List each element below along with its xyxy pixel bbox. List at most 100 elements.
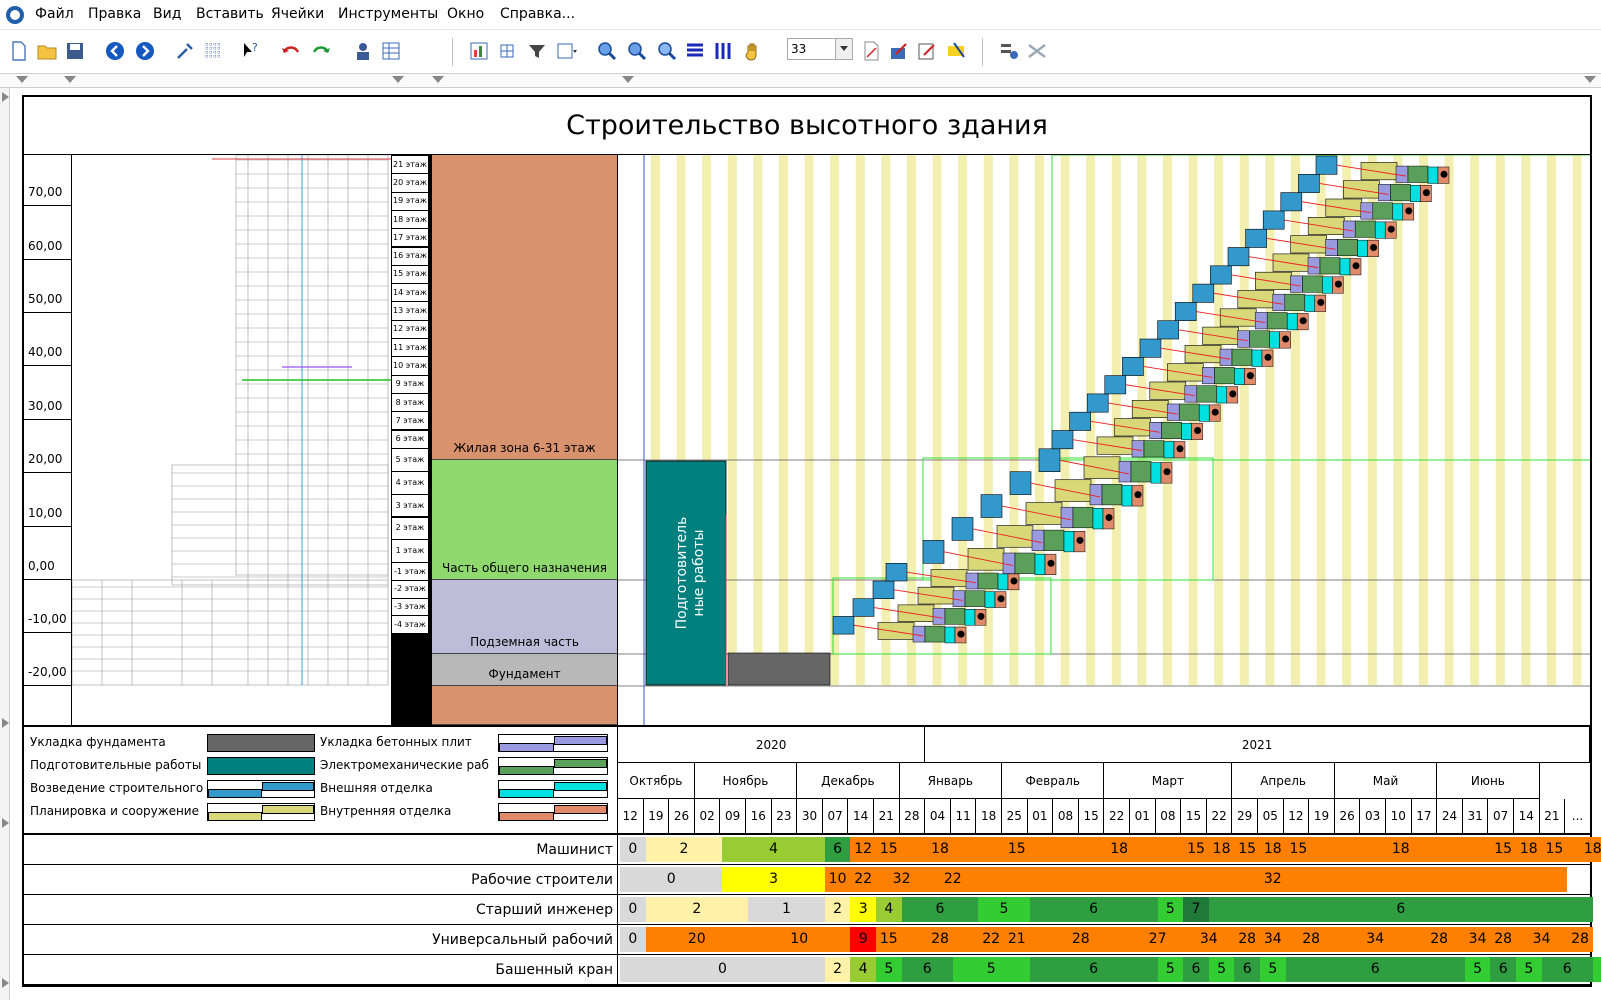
- gantt-sheet: Строительство высотного здания 70,00 60,0…: [22, 95, 1601, 987]
- resource-value: 2: [645, 837, 723, 862]
- zone-label: Подземная часть: [470, 635, 579, 649]
- week-header: 29: [1232, 799, 1258, 833]
- row-marker-icon[interactable]: [2, 92, 9, 102]
- ruler-marker-icon[interactable]: [64, 76, 76, 83]
- slab-block: [1089, 484, 1103, 506]
- resource-value: 15: [876, 927, 902, 952]
- user-icon[interactable]: [352, 40, 374, 62]
- help-cursor-icon[interactable]: ?: [240, 40, 262, 62]
- menu-file[interactable]: Файл: [35, 6, 74, 22]
- legend-label: Укладка бетонных плит: [320, 735, 472, 749]
- legend-swatch-step: [208, 789, 262, 797]
- week-stripe: [1419, 155, 1428, 685]
- menu-tools[interactable]: Инструменты: [338, 6, 438, 22]
- legend-swatch: [207, 734, 315, 752]
- ruler-marker-icon[interactable]: [432, 76, 444, 83]
- gantt-chart-area[interactable]: Подготовительные работы: [618, 155, 1590, 725]
- facade-block: [1251, 349, 1263, 367]
- electro-block: [944, 608, 966, 625]
- resource-value: 28: [1413, 927, 1465, 952]
- finish-dot: [1176, 445, 1184, 453]
- resource-value: 28: [1234, 927, 1260, 952]
- resource-value: 21: [1004, 927, 1030, 952]
- save-icon[interactable]: [64, 40, 86, 62]
- resource-value: 0: [620, 897, 646, 922]
- tools-icon[interactable]: [174, 40, 196, 62]
- elevation-label: 30,00: [28, 399, 63, 413]
- menu-window[interactable]: Окно: [447, 6, 484, 22]
- grid-icon[interactable]: [202, 40, 224, 62]
- grid-view-icon[interactable]: [496, 40, 518, 62]
- edit-form-icon[interactable]: [916, 40, 938, 62]
- week-header: 17: [1412, 799, 1438, 833]
- menu-insert[interactable]: Вставить: [196, 6, 264, 22]
- week-stripe: [1035, 155, 1044, 685]
- row-marker-icon[interactable]: [2, 978, 9, 988]
- zoom-in-icon[interactable]: [596, 40, 618, 62]
- resource-value: 0: [620, 957, 825, 982]
- menu-cells[interactable]: Ячейки: [271, 6, 324, 22]
- zoom-out-icon[interactable]: [626, 40, 648, 62]
- facade-block: [1322, 276, 1333, 294]
- week-stripe: [881, 155, 891, 685]
- ruler-marker-icon[interactable]: [16, 76, 28, 83]
- menu-help[interactable]: Справка...: [500, 6, 575, 22]
- rows-icon[interactable]: [684, 40, 706, 62]
- resource-name: Машинист: [24, 835, 618, 865]
- resource-value: 5: [952, 957, 1030, 982]
- zoom-fit-icon[interactable]: [656, 40, 678, 62]
- structure-block: [1069, 411, 1091, 431]
- resource-value: 6: [1541, 957, 1593, 982]
- finish-dot: [1010, 577, 1018, 585]
- concrete-block: [1272, 253, 1310, 272]
- slab-block: [1219, 348, 1233, 366]
- finish-dot: [1047, 559, 1055, 567]
- table-icon[interactable]: [380, 40, 402, 62]
- week-stripe: [779, 155, 788, 685]
- ruler-marker-icon[interactable]: [392, 76, 404, 83]
- new-file-icon[interactable]: [8, 40, 30, 62]
- week-header: 01: [1130, 799, 1156, 833]
- settings-icon[interactable]: [998, 40, 1020, 62]
- legend-swatch-step: [554, 759, 607, 768]
- week-header: 18: [976, 799, 1002, 833]
- floor-label: 17 этаж: [392, 229, 428, 247]
- chart-view-icon[interactable]: [468, 40, 490, 62]
- pan-hand-icon[interactable]: [742, 40, 764, 62]
- week-header: 26: [1335, 799, 1361, 833]
- zoom-dropdown-arrow-icon[interactable]: [835, 39, 852, 59]
- ruler: [0, 74, 1601, 88]
- layout-dropdown-icon[interactable]: [556, 40, 578, 62]
- columns-icon[interactable]: [712, 40, 734, 62]
- filter-icon[interactable]: [526, 40, 548, 62]
- open-folder-icon[interactable]: [36, 40, 58, 62]
- prep-works-label-line: Подготовитель: [674, 517, 690, 630]
- back-icon[interactable]: [104, 40, 126, 62]
- redo-icon[interactable]: [310, 40, 332, 62]
- edit-chart-icon[interactable]: [888, 40, 910, 62]
- highlight-icon[interactable]: [946, 40, 968, 62]
- finish-dot: [957, 630, 965, 638]
- slab-block: [1002, 552, 1016, 574]
- row-marker-icon[interactable]: [2, 718, 9, 728]
- resource-value: 10: [748, 927, 851, 952]
- legend-row: Подготовительные работы Электромеханическ…: [24, 754, 618, 778]
- menu-view[interactable]: Вид: [153, 6, 181, 22]
- row-marker-icon[interactable]: [2, 818, 9, 828]
- undo-icon[interactable]: [280, 40, 302, 62]
- ruler-marker-icon[interactable]: [1584, 76, 1596, 83]
- menu-edit[interactable]: Правка: [88, 6, 141, 22]
- legend-swatch: [498, 803, 608, 821]
- zone-block: Подземная часть: [432, 580, 617, 654]
- structure-block: [1009, 471, 1032, 495]
- week-header: 15: [1079, 799, 1105, 833]
- structure-block: [922, 540, 945, 564]
- page-icon[interactable]: [860, 40, 882, 62]
- facade-block: [1181, 422, 1192, 440]
- concrete-block: [930, 569, 968, 587]
- legend-label: Возведение строительного: [30, 781, 204, 795]
- forward-icon[interactable]: [134, 40, 156, 62]
- ruler-marker-icon[interactable]: [622, 76, 634, 83]
- electro-block: [1372, 202, 1394, 220]
- resource-histogram: Машинист 0 2 4 6 12 15 18 15 18 15 18 15 18 15 18 15 18 15…: [24, 833, 1601, 985]
